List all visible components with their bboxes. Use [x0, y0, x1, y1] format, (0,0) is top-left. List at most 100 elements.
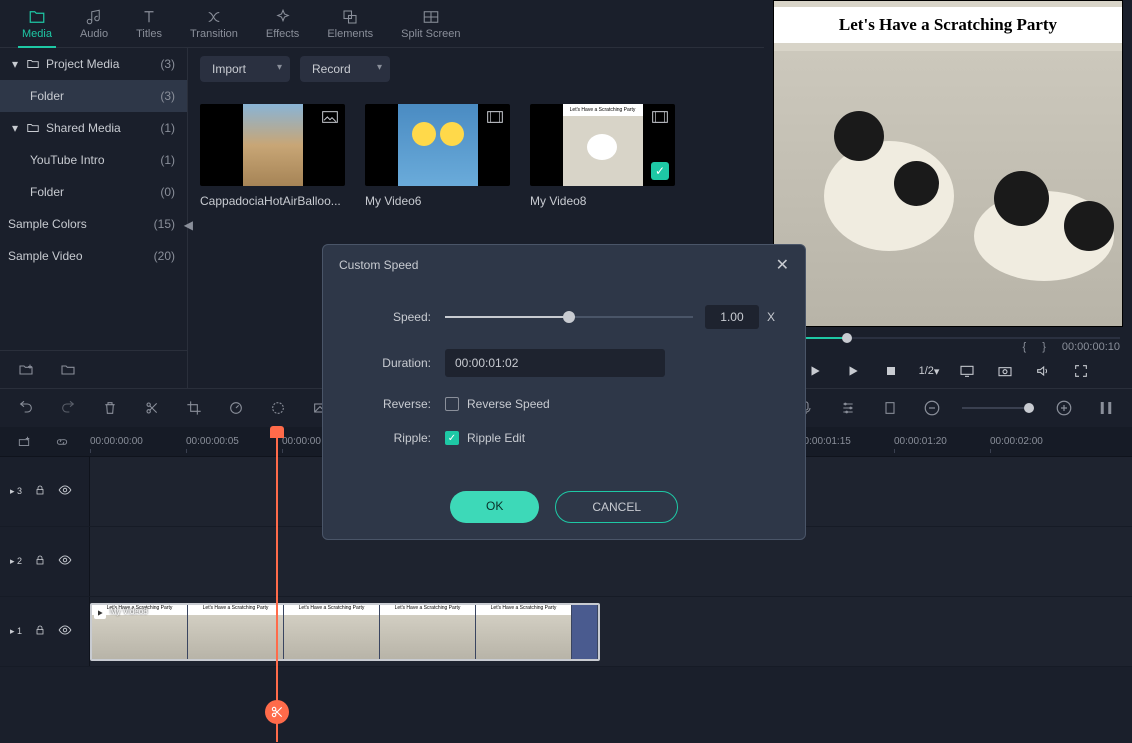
- lock-icon[interactable]: [34, 484, 46, 499]
- display-icon[interactable]: [957, 361, 977, 381]
- sidebar-item-count: (20): [154, 249, 175, 263]
- stop-button[interactable]: [881, 361, 901, 381]
- ok-button[interactable]: OK: [450, 491, 539, 523]
- folder-icon: [28, 8, 46, 26]
- speed-slider[interactable]: [445, 316, 693, 318]
- link-icon[interactable]: [50, 430, 74, 454]
- visibility-icon[interactable]: [58, 483, 72, 500]
- nav-tab-effects[interactable]: Effects: [252, 0, 313, 48]
- play-forward-button[interactable]: [843, 361, 863, 381]
- sidebar-item-label: YouTube Intro: [30, 153, 160, 167]
- visibility-icon[interactable]: [58, 623, 72, 640]
- sparkle-icon: [274, 8, 292, 26]
- folder-icon: [26, 57, 40, 71]
- preview-video[interactable]: Let's Have a Scratching Party: [773, 0, 1123, 327]
- sidebar-item-folder-active[interactable]: Folder (3): [0, 80, 187, 112]
- track-label: ▸ 1: [10, 626, 22, 637]
- progress-playhead[interactable]: [842, 333, 852, 343]
- speed-label: Speed:: [353, 310, 445, 324]
- split-icon[interactable]: [140, 396, 164, 420]
- delete-icon[interactable]: [98, 396, 122, 420]
- duration-row: Duration: 00:00:01:02: [353, 349, 775, 377]
- reverse-row: Reverse: Reverse Speed: [353, 397, 775, 411]
- zoom-slider[interactable]: [962, 407, 1034, 409]
- marker-icon[interactable]: [878, 396, 902, 420]
- reverse-checkbox[interactable]: [445, 397, 459, 411]
- dialog-title: Custom Speed: [339, 258, 776, 272]
- transition-icon: [205, 8, 223, 26]
- nav-tab-elements[interactable]: Elements: [313, 0, 387, 48]
- video-type-icon: [651, 110, 669, 124]
- duration-input[interactable]: 00:00:01:02: [445, 349, 665, 377]
- cancel-button[interactable]: CANCEL: [555, 491, 678, 523]
- nav-tab-media[interactable]: Media: [8, 0, 66, 48]
- speed-value-input[interactable]: 1.00: [705, 305, 759, 329]
- preview-progress[interactable]: [776, 337, 1120, 339]
- playhead[interactable]: [276, 432, 278, 742]
- media-item-label: My Video8: [530, 194, 675, 208]
- track-label: ▸ 3: [10, 486, 22, 497]
- redo-icon[interactable]: [56, 396, 80, 420]
- music-note-icon: [85, 8, 103, 26]
- color-icon[interactable]: [266, 396, 290, 420]
- zoom-fit-icon[interactable]: [1094, 396, 1118, 420]
- sidebar-item-sample-colors[interactable]: Sample Colors (15): [0, 208, 187, 240]
- sidebar-item-shared-media[interactable]: ▾ Shared Media (1): [0, 112, 187, 144]
- clip-name: My Video8: [110, 607, 148, 616]
- zoom-in-icon[interactable]: [1052, 396, 1076, 420]
- volume-icon[interactable]: [1033, 361, 1053, 381]
- new-folder-icon[interactable]: [14, 358, 38, 382]
- track-1[interactable]: ▸ 1 My Video8 Let's Have a Scratching Pa…: [0, 597, 1132, 667]
- bracket-out-icon[interactable]: }: [1042, 341, 1046, 353]
- sidebar-item-sample-video[interactable]: Sample Video (20): [0, 240, 187, 272]
- media-item-label: CappadociaHotAirBalloo...: [200, 194, 345, 208]
- sidebar-item-folder-2[interactable]: Folder (0): [0, 176, 187, 208]
- scale-dropdown[interactable]: 1/2 ▾: [919, 361, 940, 381]
- track-head: ▸ 3: [0, 457, 90, 526]
- image-type-icon: [321, 110, 339, 124]
- sidebar-item-youtube-intro[interactable]: YouTube Intro (1): [0, 144, 187, 176]
- sidebar-item-label: Sample Video: [8, 249, 154, 263]
- import-dropdown[interactable]: Import: [200, 56, 290, 82]
- sidebar-item-count: (15): [154, 217, 175, 231]
- media-item-1[interactable]: CappadociaHotAirBalloo...: [200, 104, 345, 208]
- bracket-in-icon[interactable]: {: [1023, 341, 1027, 353]
- track-head: ▸ 1: [0, 597, 90, 666]
- lock-icon[interactable]: [34, 554, 46, 569]
- audio-mixer-icon[interactable]: [836, 396, 860, 420]
- crop-icon[interactable]: [182, 396, 206, 420]
- sidebar-item-project-media[interactable]: ▾ Project Media (3): [0, 48, 187, 80]
- playhead-scissors-icon[interactable]: [265, 700, 289, 724]
- custom-speed-dialog: Custom Speed ✕ Speed: 1.00 X Duration: 0…: [322, 244, 806, 540]
- media-item-3[interactable]: Let's Have a Scratching Party ✓ My Video…: [530, 104, 675, 208]
- visibility-icon[interactable]: [58, 553, 72, 570]
- lock-icon[interactable]: [34, 624, 46, 639]
- ripple-checkbox[interactable]: ✓: [445, 431, 459, 445]
- close-icon[interactable]: ✕: [776, 255, 789, 275]
- nav-tab-transition[interactable]: Transition: [176, 0, 252, 48]
- media-item-2[interactable]: My Video6: [365, 104, 510, 208]
- zoom-out-icon[interactable]: [920, 396, 944, 420]
- ruler-tick: 00:00:01:20: [894, 436, 990, 447]
- undo-icon[interactable]: [14, 396, 38, 420]
- sidebar-item-label: Folder: [30, 185, 160, 199]
- speed-icon[interactable]: [224, 396, 248, 420]
- nav-tab-audio[interactable]: Audio: [66, 0, 122, 48]
- sidebar-item-count: (0): [160, 185, 175, 199]
- preview-title-text: Let's Have a Scratching Party: [774, 7, 1122, 43]
- video-clip[interactable]: My Video8 Let's Have a Scratching Party …: [90, 603, 600, 661]
- play-button[interactable]: [805, 361, 825, 381]
- nav-tab-titles[interactable]: Titles: [122, 0, 176, 48]
- add-track-icon[interactable]: [12, 430, 36, 454]
- preview-timecode: 00:00:00:10: [1062, 341, 1120, 353]
- snapshot-icon[interactable]: [995, 361, 1015, 381]
- media-thumbnail: Let's Have a Scratching Party ✓: [530, 104, 675, 186]
- sidebar-collapse-icon[interactable]: ◀: [184, 218, 193, 232]
- caret-down-icon: ▾: [12, 121, 22, 135]
- reverse-text: Reverse Speed: [467, 397, 550, 411]
- open-folder-icon[interactable]: [56, 358, 80, 382]
- nav-tab-splitscreen[interactable]: Split Screen: [387, 0, 474, 48]
- fullscreen-icon[interactable]: [1071, 361, 1091, 381]
- record-dropdown[interactable]: Record: [300, 56, 390, 82]
- sidebar-bottom-toolbar: [0, 350, 187, 388]
